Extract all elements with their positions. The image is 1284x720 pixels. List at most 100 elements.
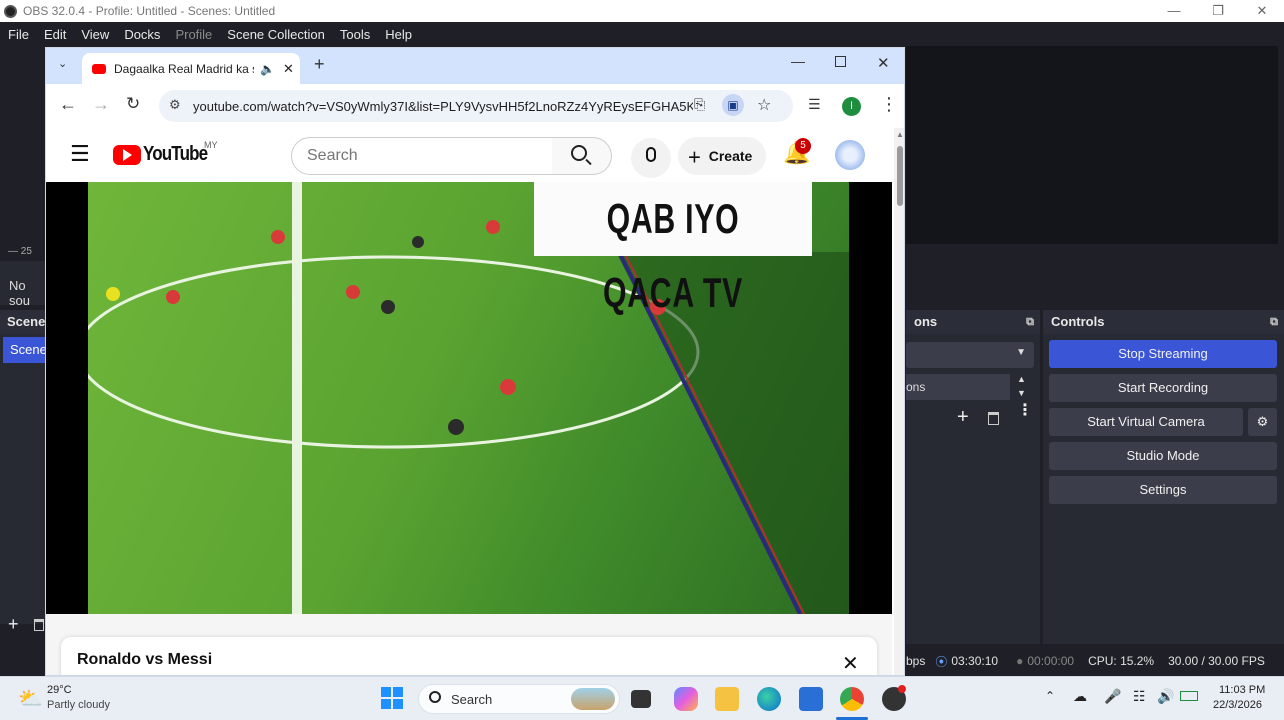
- address-bar[interactable]: ⚙ youtube.com/watch?v=VS0yWmly37I&list=P…: [159, 90, 793, 122]
- notification-badge: 5: [795, 138, 811, 154]
- add-scene-icon[interactable]: +: [8, 614, 19, 635]
- record-icon: ●: [1016, 654, 1024, 668]
- spin-down-icon[interactable]: ▼: [1017, 388, 1026, 398]
- more-options-icon[interactable]: ⋮: [1017, 403, 1033, 419]
- studio-mode-button[interactable]: Studio Mode: [1049, 442, 1277, 470]
- chrome-icon[interactable]: [840, 687, 864, 711]
- close-icon[interactable]: ✕: [1240, 0, 1284, 22]
- menu-file[interactable]: File: [8, 27, 29, 42]
- volume-icon[interactable]: 🔊: [1157, 688, 1174, 705]
- back-icon[interactable]: ←: [59, 94, 77, 115]
- youtube-header: ☰ YouTube MY Search + Create 🔔 5: [46, 128, 894, 182]
- wifi-icon[interactable]: ☷: [1133, 688, 1146, 705]
- add-transition-icon[interactable]: +: [957, 406, 969, 429]
- bookmark-star-icon[interactable]: ☆: [757, 95, 771, 115]
- remove-scene-icon[interactable]: [34, 619, 44, 631]
- minimize-icon[interactable]: —: [791, 53, 805, 69]
- youtube-logo-text[interactable]: YouTube: [143, 143, 208, 166]
- install-app-icon[interactable]: ⎘: [694, 96, 705, 113]
- menu-profile[interactable]: Profile: [175, 27, 212, 42]
- chevron-down-icon: ▼: [1016, 347, 1026, 358]
- info-card: Ronaldo vs Messi ✕: [61, 637, 877, 675]
- transition-select[interactable]: ▼: [906, 342, 1034, 368]
- reload-icon[interactable]: ↻: [126, 94, 140, 114]
- obs-logo-icon: [4, 4, 17, 18]
- tab-active[interactable]: Dagaalka Real Madrid ka so 🔈 ✕: [82, 53, 300, 84]
- scrollbar-thumb[interactable]: [897, 146, 903, 206]
- spin-up-icon[interactable]: ▲: [1017, 374, 1026, 384]
- scene-item[interactable]: Scene: [3, 337, 47, 363]
- card-title: Ronaldo vs Messi: [77, 651, 213, 668]
- media-controls-icon[interactable]: ☰: [808, 96, 821, 113]
- watermark-banner: QAB IYO QACA TV: [534, 182, 812, 316]
- start-button[interactable]: [381, 687, 403, 709]
- virtual-camera-settings-button[interactable]: ⚙: [1248, 408, 1277, 436]
- youtube-logo-icon[interactable]: [113, 145, 141, 165]
- create-button[interactable]: + Create: [678, 137, 766, 175]
- close-icon[interactable]: ✕: [877, 54, 890, 72]
- edge-icon[interactable]: [757, 687, 781, 711]
- page-scrollbar[interactable]: ▲: [894, 128, 904, 675]
- weather-temperature[interactable]: 29°C: [47, 684, 72, 696]
- tab-close-icon[interactable]: ✕: [283, 61, 294, 77]
- microphone-icon[interactable]: 🎤: [1104, 688, 1121, 705]
- menu-scene-collection[interactable]: Scene Collection: [227, 27, 325, 42]
- profile-avatar[interactable]: I: [842, 97, 861, 116]
- settings-button[interactable]: Settings: [1049, 476, 1277, 504]
- weather-icon[interactable]: ⛅: [18, 686, 43, 711]
- plus-icon: +: [688, 144, 701, 170]
- forward-icon[interactable]: →: [92, 94, 110, 115]
- start-virtual-camera-button[interactable]: Start Virtual Camera: [1049, 408, 1243, 436]
- start-recording-button[interactable]: Start Recording: [1049, 374, 1277, 402]
- hamburger-menu-icon[interactable]: ☰: [70, 141, 90, 167]
- taskbar-search[interactable]: Search: [418, 684, 620, 714]
- tab-search-icon[interactable]: ⌄: [58, 57, 67, 70]
- undock-icon[interactable]: ⧉: [1026, 310, 1034, 334]
- undock-icon[interactable]: ⧉: [1270, 310, 1278, 334]
- show-hidden-icons[interactable]: ⌃: [1045, 689, 1055, 703]
- file-explorer-icon[interactable]: [715, 687, 739, 711]
- transitions-dock: ▼ ons ▲ ▼ + ⋮: [906, 334, 1040, 644]
- menu-view[interactable]: View: [81, 27, 109, 42]
- remove-transition-icon[interactable]: [988, 412, 999, 425]
- copilot-icon[interactable]: [674, 687, 698, 711]
- cpu-usage: CPU: 15.2%: [1088, 654, 1155, 668]
- no-source-label: No sou: [9, 278, 30, 308]
- microsoft-store-icon[interactable]: [799, 687, 823, 711]
- clock-time[interactable]: 11:03 PM: [1219, 684, 1265, 696]
- onedrive-icon[interactable]: ☁: [1073, 688, 1087, 705]
- battery-icon[interactable]: [1180, 691, 1198, 701]
- google-lens-icon[interactable]: ▣: [722, 94, 744, 116]
- obs-status-bar: bps ⦿ 03:30:10 ● 00:00:00 CPU: 15.2% 30.…: [906, 648, 1284, 674]
- weather-description[interactable]: Partly cloudy: [47, 699, 110, 711]
- menu-docks[interactable]: Docks: [124, 27, 160, 42]
- account-avatar[interactable]: [835, 140, 865, 170]
- youtube-favicon-icon: [92, 63, 106, 74]
- minimize-icon[interactable]: —: [1152, 0, 1196, 22]
- scroll-up-icon[interactable]: ▲: [896, 130, 904, 139]
- restore-icon[interactable]: ❐: [1196, 0, 1240, 22]
- menu-edit[interactable]: Edit: [44, 27, 66, 42]
- maximize-icon[interactable]: [835, 56, 846, 67]
- search-button[interactable]: [552, 137, 612, 175]
- tab-strip: ⌄ Dagaalka Real Madrid ka so 🔈 ✕ + — ✕: [46, 48, 904, 84]
- search-input[interactable]: Search: [291, 137, 553, 175]
- menu-help[interactable]: Help: [385, 27, 412, 42]
- speaker-icon[interactable]: 🔈: [260, 62, 275, 76]
- menu-kebab-icon[interactable]: ⋮: [880, 94, 898, 115]
- browser-toolbar: ← → ↻ ⚙ youtube.com/watch?v=VS0yWmly37I&…: [46, 84, 904, 128]
- task-view-icon[interactable]: [631, 690, 651, 708]
- close-icon[interactable]: ✕: [842, 651, 859, 675]
- obs-left-strip: — 25 No sou Scene Scene +: [0, 46, 47, 646]
- search-highlight-image: [571, 688, 615, 710]
- menu-tools[interactable]: Tools: [340, 27, 370, 42]
- new-tab-icon[interactable]: +: [314, 54, 325, 75]
- clock-date[interactable]: 22/3/2026: [1213, 699, 1262, 711]
- obs-menubar: File Edit View Docks Profile Scene Colle…: [0, 22, 1284, 46]
- voice-search-button[interactable]: [631, 138, 671, 178]
- video-player[interactable]: QAB IYO QACA TV: [46, 182, 892, 614]
- duration-field[interactable]: ons: [906, 374, 1010, 400]
- site-info-icon[interactable]: ⚙: [169, 97, 181, 113]
- search-icon: [571, 145, 587, 161]
- stop-streaming-button[interactable]: Stop Streaming: [1049, 340, 1277, 368]
